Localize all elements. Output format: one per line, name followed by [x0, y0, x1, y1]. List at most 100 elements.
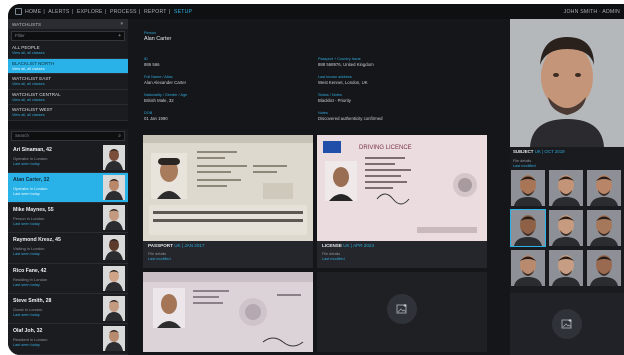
add-image-button[interactable] — [552, 309, 582, 339]
people-search-input[interactable]: Search ⌕ — [11, 130, 125, 141]
person-list-item[interactable]: Mike Maynes, 55 Person in London Last seen… — [8, 203, 128, 234]
id-card[interactable] — [143, 272, 313, 352]
person-list-item[interactable]: Rico Fane, 42 Residing in London Last seen… — [8, 264, 128, 294]
subject-details: File details — [513, 159, 532, 163]
person-location: Guest in London — [13, 306, 43, 312]
field-label: Passport + Country Issue — [318, 57, 361, 61]
match-thumbnail[interactable] — [549, 210, 583, 246]
watchlists-header[interactable]: WATCHLISTS ▾ — [8, 19, 128, 29]
person-name: Mike Maynes, 55 — [13, 207, 54, 214]
person-last-seen: Last seen today — [13, 161, 40, 166]
person-name: Raymond Kresz, 45 — [13, 237, 61, 244]
person-list-item[interactable]: Olaf Joh, 32 Resident in London Last seen … — [8, 324, 128, 355]
watchlist-title: WATCHLIST CENTRAL — [12, 91, 61, 97]
subject-label: SUBJECT — [513, 149, 534, 154]
watchlist-item[interactable]: ALL PEOPLE View all, all classes — [8, 43, 128, 59]
profile-panel: Person Alan Carter ID 886 566 Passport +… — [128, 19, 510, 355]
nav-report[interactable]: REPORT — [144, 9, 167, 15]
person-list-item[interactable]: Ari Sinaman, 42 Operator in London Last se… — [8, 143, 128, 173]
watchlist-item[interactable]: WATCHLIST EAST View all, all classes — [8, 74, 128, 90]
match-thumbnail[interactable] — [587, 250, 621, 286]
nav-explore[interactable]: EXPLORE — [77, 9, 103, 15]
person-avatar — [103, 174, 125, 200]
subject-panel: SUBJECT UK | OCT 2019 File details Last … — [510, 19, 624, 355]
watchlist-title: WATCHLIST EAST — [12, 76, 52, 82]
person-location: Visiting in London — [13, 246, 45, 252]
chevron-down-icon[interactable]: ▾ — [120, 21, 123, 27]
match-thumbnail[interactable] — [587, 170, 621, 206]
field-value: Discovered authenticity confirmed — [318, 116, 383, 121]
field-notes: Notes Discovered authenticity confirmed — [318, 111, 382, 121]
nav-home[interactable]: HOME — [25, 9, 41, 15]
empty-document-slot[interactable] — [317, 272, 487, 352]
license-card[interactable]: DRIVING LICENCE LICENSE UK | APR 2023 Fi… — [317, 135, 487, 268]
license-image: DRIVING LICENCE — [317, 135, 487, 241]
subject-modified: Last modified — [513, 164, 536, 168]
match-thumbnail[interactable] — [511, 170, 545, 206]
passport-modified: Last modified — [148, 257, 171, 261]
search-icon[interactable]: ⌕ — [118, 132, 121, 140]
field-value: 01 Jan 1990 — [144, 116, 168, 121]
person-avatar — [103, 265, 125, 291]
person-location: Operator in London — [13, 155, 48, 161]
person-list-item[interactable]: Alan Carter, 32 Operator in London Last se… — [8, 172, 128, 204]
person-last-seen: Last seen today — [13, 191, 40, 196]
person-list-item[interactable]: Raymond Kresz, 45 Visiting in London Last … — [8, 233, 128, 264]
field-id: ID 886 566 — [144, 57, 160, 67]
nav-alerts[interactable]: ALERTS — [48, 9, 69, 15]
match-thumbnail[interactable] — [510, 209, 546, 247]
match-thumbnail[interactable] — [549, 250, 583, 286]
person-avatar — [103, 295, 125, 321]
watchlists-title: WATCHLISTS — [12, 21, 42, 27]
passport-image — [143, 135, 313, 241]
divider — [8, 120, 128, 129]
license-type: LICENSE — [322, 243, 342, 248]
person-list-item[interactable]: Steve Smith, 28 Guest in London Last seen … — [8, 294, 128, 325]
watchlist-title: WATCHLIST WEST — [12, 107, 53, 113]
watchlist-sub: View all, all classes — [12, 66, 45, 71]
field-value: Blacklist - Priority — [318, 98, 351, 103]
watchlist-filter-input[interactable]: Filter + — [11, 31, 125, 41]
passport-details: File details — [148, 252, 167, 256]
add-icon[interactable]: + — [118, 32, 121, 40]
app-logo-icon[interactable] — [15, 8, 22, 15]
person-name: Steve Smith, 28 — [13, 297, 52, 304]
person-location: Person in London — [13, 216, 45, 222]
watchlist-list: ALL PEOPLE View all, all classes BLACKLIST… — [8, 43, 128, 121]
person-avatar — [103, 235, 125, 261]
nav-process[interactable]: PROCESS — [110, 9, 137, 15]
match-thumbnail[interactable] — [511, 250, 545, 286]
person-last-seen: Last seen today — [13, 282, 40, 287]
person-avatar — [103, 144, 125, 170]
person-last-seen: Last seen today — [13, 252, 40, 257]
watchlist-title: BLACKLIST NORTH — [12, 60, 55, 66]
watchlist-item[interactable]: WATCHLIST WEST View all, all classes — [8, 105, 128, 121]
subject-meta: SUBJECT UK | OCT 2019 File details Last … — [513, 149, 565, 168]
match-thumbnail[interactable] — [549, 170, 583, 206]
subject-photo[interactable] — [510, 19, 624, 147]
passport-caption: PASSPORT UK | JAN 2017 — [148, 243, 205, 248]
nav-setup[interactable]: SETUP — [174, 9, 192, 15]
user-menu[interactable]: JOHN SMITH · ADMIN — [564, 9, 620, 15]
field-label: DOB — [144, 111, 153, 115]
field-value: 886 566 — [144, 62, 160, 67]
watchlist-item[interactable]: WATCHLIST CENTRAL View all, all classes — [8, 90, 128, 105]
add-image-icon — [561, 319, 572, 329]
watchlist-title: ALL PEOPLE — [12, 45, 40, 51]
watchlist-item[interactable]: BLACKLIST NORTH View all, all classes — [8, 58, 128, 74]
person-location: Resident in London — [13, 337, 48, 343]
add-image-button[interactable] — [387, 294, 417, 324]
person-location: Operator in London — [13, 185, 48, 191]
person-last-seen: Last seen today — [13, 312, 40, 317]
watchlist-sub: View all, all classes — [12, 51, 45, 56]
field-dob: DOB 01 Jan 1990 — [144, 111, 168, 121]
sidebar: WATCHLISTS ▾ Filter + ALL PEOPLE View all… — [8, 19, 128, 355]
people-list: Ari Sinaman, 42 Operator in London Last se… — [8, 143, 128, 355]
match-thumbnail[interactable] — [587, 210, 621, 246]
field-value: 888 568976, United Kingdom — [318, 62, 374, 67]
person-name: Alan Carter, 32 — [13, 176, 50, 183]
passport-card[interactable]: PASSPORT UK | JAN 2017 File details Last… — [143, 135, 313, 268]
field-label: Person — [144, 31, 157, 35]
empty-match-slot[interactable] — [510, 293, 624, 355]
svg-text:DRIVING LICENCE: DRIVING LICENCE — [359, 145, 412, 151]
